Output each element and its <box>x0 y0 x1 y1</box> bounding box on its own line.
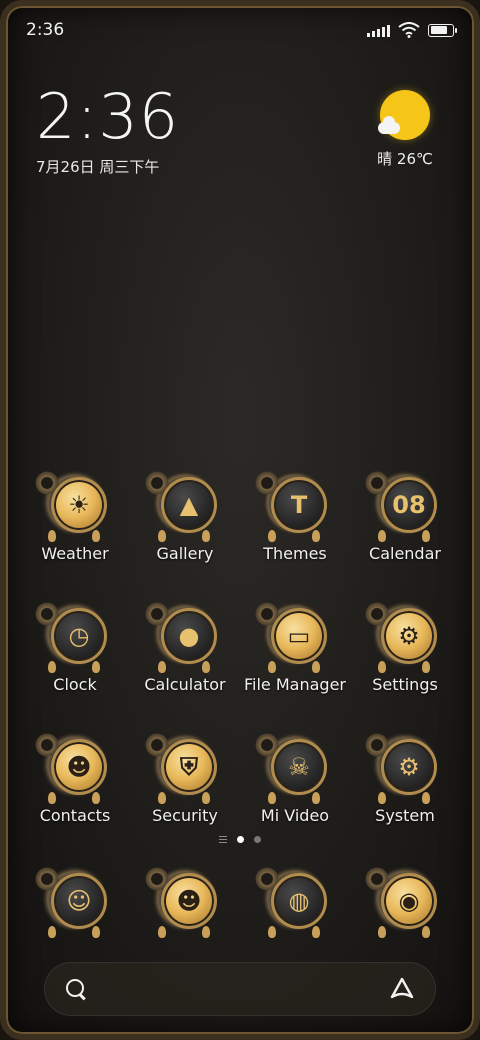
app-row: ☻ Contacts ⛨ Security ☠ Mi Video ⚙ System <box>20 730 460 825</box>
app-grid: ☀ Weather ▲ Gallery T Themes 08 Calendar ◷ Clock ●… <box>20 468 460 861</box>
app-label: Calculator <box>144 675 226 694</box>
app-label: Security <box>152 806 218 825</box>
wifi-icon <box>398 22 420 38</box>
status-time: 2:36 <box>26 20 65 40</box>
app-calculator[interactable]: ● Calculator <box>130 599 240 694</box>
assistant-icon[interactable] <box>389 976 415 1002</box>
clock-widget-date: 7月26日 周三下午 <box>36 158 160 176</box>
weather-icon: ☀ <box>34 468 110 542</box>
gallery-icon: ▲ <box>144 468 220 542</box>
app-browser-globe[interactable]: ◍ <box>240 864 350 938</box>
battery-icon <box>428 23 457 37</box>
app-label: System <box>375 806 435 825</box>
search-bar[interactable] <box>44 962 436 1016</box>
app-smiley[interactable]: ☺ <box>20 864 130 938</box>
app-clock[interactable]: ◷ Clock <box>20 599 130 694</box>
settings-icon: ⚙ <box>364 599 440 673</box>
smiley-icon: ☺ <box>34 864 110 938</box>
app-system[interactable]: ⚙ System <box>350 730 460 825</box>
file-manager-icon: ▭ <box>254 599 330 673</box>
status-bar: 2:36 <box>26 16 457 44</box>
page-list-indicator-icon <box>219 836 227 843</box>
app-camera[interactable]: ◉ <box>350 864 460 938</box>
mi-video-icon: ☠ <box>254 730 330 804</box>
messages-icon: ☻ <box>144 864 220 938</box>
app-label: Calendar <box>369 544 441 563</box>
page-indicator[interactable] <box>6 836 474 843</box>
app-label: File Manager <box>244 675 346 694</box>
app-row: ◷ Clock ● Calculator ▭ File Manager ⚙ Settings <box>20 599 460 694</box>
clock-icon: ◷ <box>34 599 110 673</box>
app-weather[interactable]: ☀ Weather <box>20 468 130 563</box>
app-label: Contacts <box>39 806 111 825</box>
app-security[interactable]: ⛨ Security <box>130 730 240 825</box>
camera-icon: ◉ <box>364 864 440 938</box>
app-themes[interactable]: T Themes <box>240 468 350 563</box>
app-contacts[interactable]: ☻ Contacts <box>20 730 130 825</box>
system-icon: ⚙ <box>364 730 440 804</box>
app-label: Weather <box>41 544 109 563</box>
app-row: ☀ Weather ▲ Gallery T Themes 08 Calendar <box>20 468 460 563</box>
weather-widget[interactable]: 晴 26℃ <box>370 90 440 169</box>
contacts-icon: ☻ <box>34 730 110 804</box>
sunny-weather-icon <box>378 90 430 140</box>
dock: ☺ ☻ ◍ ◉ <box>20 864 460 938</box>
signal-icon <box>367 23 390 37</box>
app-file-manager[interactable]: ▭ File Manager <box>240 599 350 694</box>
browser-globe-icon: ◍ <box>254 864 330 938</box>
search-icon[interactable] <box>65 978 87 1000</box>
home-screen: 2:36 2:36 7月26日 周三下午 晴 26℃ ☀ Weather ▲ Gall… <box>0 0 480 1040</box>
app-settings[interactable]: ⚙ Settings <box>350 599 460 694</box>
app-label: Gallery <box>156 544 214 563</box>
calendar-icon: 08 <box>364 468 440 542</box>
app-label: Themes <box>263 544 327 563</box>
app-gallery[interactable]: ▲ Gallery <box>130 468 240 563</box>
app-mi-video[interactable]: ☠ Mi Video <box>240 730 350 825</box>
status-icons <box>367 22 457 38</box>
clock-widget-time: 2:36 <box>36 80 180 153</box>
clock-widget[interactable]: 2:36 7月26日 周三下午 <box>36 84 179 177</box>
calculator-icon: ● <box>144 599 220 673</box>
app-label: Mi Video <box>260 806 330 825</box>
page-dot-2 <box>254 836 261 843</box>
app-messages[interactable]: ☻ <box>130 864 240 938</box>
app-calendar[interactable]: 08 Calendar <box>350 468 460 563</box>
app-label: Settings <box>372 675 438 694</box>
security-icon: ⛨ <box>144 730 220 804</box>
themes-icon: T <box>254 468 330 542</box>
page-dot-1 <box>237 836 244 843</box>
weather-condition-temp: 晴 26℃ <box>377 150 433 168</box>
app-label: Clock <box>53 675 97 694</box>
